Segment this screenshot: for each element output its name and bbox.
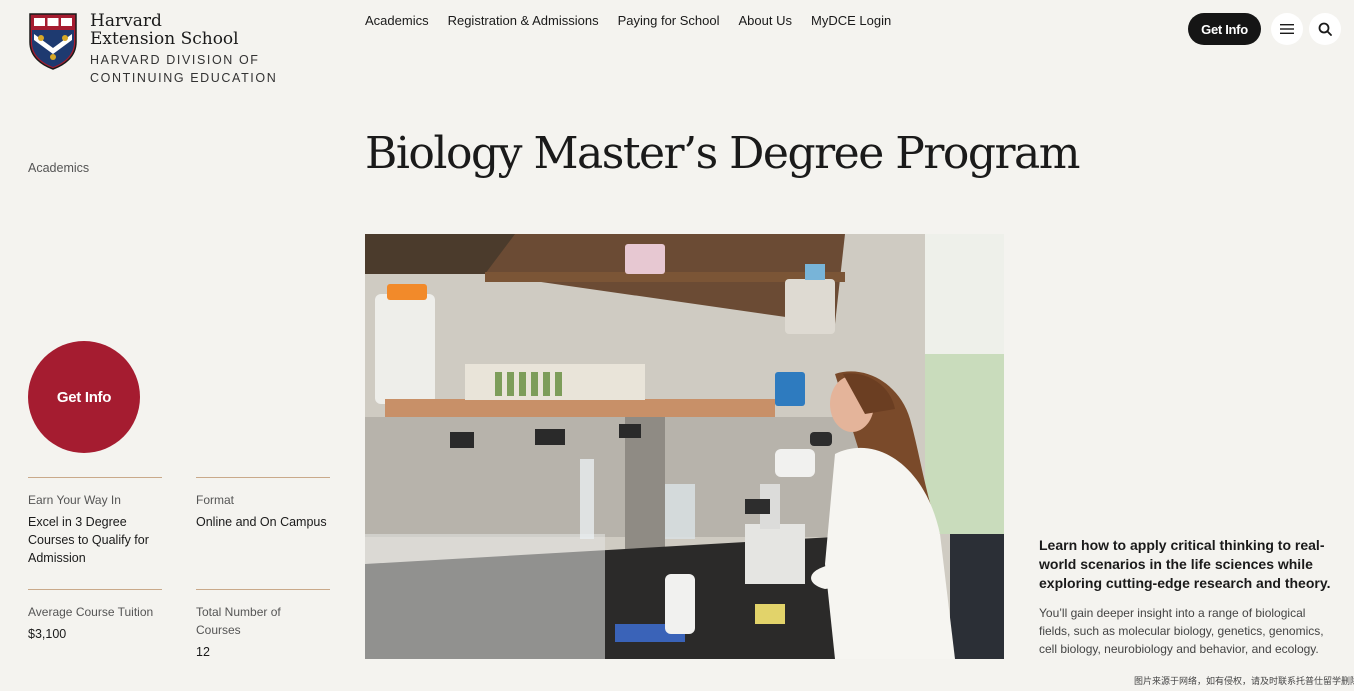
fact-label: Earn Your Way In bbox=[28, 493, 121, 507]
search-icon bbox=[1318, 22, 1332, 36]
top-nav: Academics Registration & Admissions Payi… bbox=[365, 13, 910, 28]
search-button[interactable] bbox=[1309, 13, 1341, 45]
fact-value: Excel in 3 Degree Courses to Qualify for… bbox=[28, 515, 149, 565]
harvard-shield-icon bbox=[29, 13, 77, 70]
lab-scene-illustration bbox=[365, 234, 1004, 659]
nav-academics[interactable]: Academics bbox=[365, 13, 429, 28]
breadcrumb-academics[interactable]: Academics bbox=[28, 161, 89, 175]
nav-registration-admissions[interactable]: Registration & Admissions bbox=[448, 13, 599, 28]
nav-about-us[interactable]: About Us bbox=[739, 13, 792, 28]
fact-value: Online and On Campus bbox=[196, 515, 327, 529]
fact-label: Format bbox=[196, 493, 235, 507]
image-source-notice: 图片来源于网络，如有侵权，请及时联系托普仕留学删除 bbox=[1134, 676, 1354, 686]
logo-extension-school-text: Extension School bbox=[90, 29, 239, 49]
program-description: You’ll gain deeper insight into a range … bbox=[1039, 606, 1324, 656]
fact-value: 12 bbox=[196, 645, 210, 659]
fact-value: $3,100 bbox=[28, 627, 67, 641]
logo-division-text: HARVARD DIVISION OF CONTINUING EDUCATION bbox=[90, 51, 277, 87]
program-lead-text: Learn how to apply critical thinking to … bbox=[1039, 537, 1331, 591]
fact-label: Average Course Tuition bbox=[28, 605, 154, 619]
fact-total-number-of-courses: Total Number of Courses 12 bbox=[196, 589, 330, 661]
get-info-circle-button[interactable]: Get Info bbox=[28, 341, 140, 453]
hamburger-menu-icon bbox=[1280, 24, 1294, 34]
logo-sub-line1: HARVARD DIVISION OF bbox=[90, 53, 260, 67]
fact-label: Total Number of Courses bbox=[196, 605, 281, 637]
page-title: Biology Master’s Degree Program bbox=[365, 128, 1081, 179]
hero-lab-image bbox=[365, 234, 1004, 659]
logo-harvard-text: Harvard bbox=[90, 11, 162, 31]
nav-mydce-login[interactable]: MyDCE Login bbox=[811, 13, 891, 28]
header-get-info-button[interactable]: Get Info bbox=[1188, 13, 1261, 45]
fact-format: Format Online and On Campus bbox=[196, 477, 330, 531]
nav-paying-for-school[interactable]: Paying for School bbox=[618, 13, 720, 28]
harvard-logo[interactable]: Harvard Extension School HARVARD DIVISIO… bbox=[28, 12, 277, 87]
menu-button[interactable] bbox=[1271, 13, 1303, 45]
fact-earn-your-way-in: Earn Your Way In Excel in 3 Degree Cours… bbox=[28, 477, 162, 567]
fact-average-course-tuition: Average Course Tuition $3,100 bbox=[28, 589, 162, 643]
logo-sub-line2: CONTINUING EDUCATION bbox=[90, 71, 278, 85]
